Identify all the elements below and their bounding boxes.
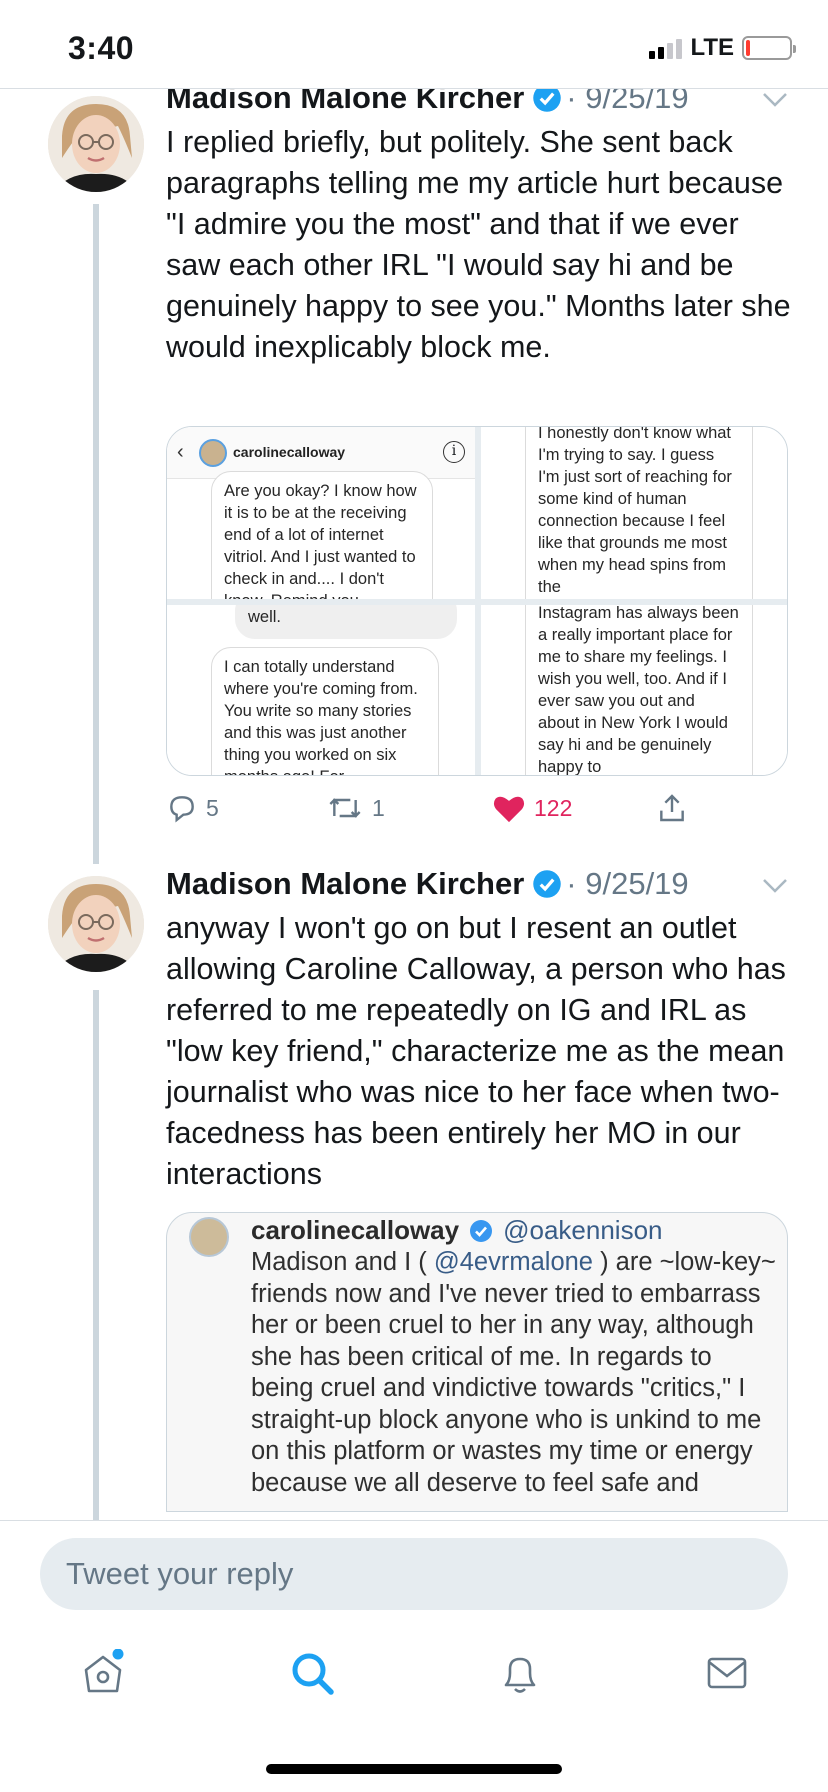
reply-icon [170,796,194,823]
retweet-button[interactable]: 1 [326,792,385,824]
dm-avatar [199,439,227,467]
dm-username: carolinecalloway [233,444,346,460]
back-arrow-icon: ‹ [177,441,184,463]
heart-icon [493,796,525,823]
quoted-header: carolinecalloway @oakennison [251,1215,663,1246]
quoted-text: Madison and I ( @4evrmalone ) are ~low-k… [251,1247,781,1499]
avatar[interactable] [48,876,144,972]
network-label: LTE [690,34,734,61]
messages-icon[interactable] [703,1649,751,1697]
battery-icon [742,36,796,60]
media-image-4[interactable]: Instagram has always been a really impor… [481,605,787,775]
quoted-handle: @oakennison [503,1215,663,1245]
notification-dot [112,1649,124,1660]
reply-button[interactable]: 5 [166,792,219,824]
share-icon [660,794,684,822]
info-icon: i [443,441,465,463]
dm-message: well. [235,605,457,639]
reply-count: 5 [206,794,219,821]
quoted-username: carolinecalloway [251,1215,460,1245]
thread-line [93,204,99,864]
signal-icon [649,37,683,59]
home-indicator[interactable] [266,1764,562,1774]
tweet-header: Madison Malone Kircher · 9/25/19 [166,866,689,902]
share-button[interactable] [656,792,688,824]
media-grid[interactable]: ‹ carolinecalloway i Are you okay? I kno… [166,426,788,776]
dm-message: Instagram has always been a really impor… [525,605,753,775]
media-image-2[interactable]: I honestly don't know what I'm trying to… [481,427,787,599]
search-icon[interactable] [288,1649,336,1697]
media-image-3[interactable]: well. I can totally understand where you… [167,605,475,775]
status-bar: 3:40 LTE [0,0,828,88]
chevron-down-icon[interactable] [762,92,788,108]
status-time: 3:40 [68,30,135,66]
author-name[interactable]: Madison Malone Kircher [166,866,524,902]
home-icon[interactable] [79,1649,127,1697]
quoted-text-before: Madison and I ( [251,1248,434,1276]
avatar[interactable] [48,96,144,192]
retweet-count: 1 [372,794,385,821]
like-count: 122 [534,794,573,821]
media-image-1[interactable]: ‹ carolinecalloway i Are you okay? I kno… [167,427,475,599]
chevron-down-icon[interactable] [762,878,788,894]
quoted-avatar [189,1217,229,1257]
quoted-mention: @4evrmalone [433,1248,593,1276]
retweet-icon [329,798,361,818]
dm-message: I honestly don't know what I'm trying to… [525,427,753,599]
reply-input[interactable] [40,1538,788,1610]
tweet-actions: 5 1 122 [166,792,726,832]
header-divider [0,88,828,89]
notifications-icon[interactable] [496,1649,544,1697]
reply-box[interactable] [40,1538,788,1610]
bottom-area [0,1521,828,1792]
quoted-media[interactable]: carolinecalloway @oakennison Madison and… [166,1212,788,1512]
verified-badge-icon [470,1219,493,1242]
verified-badge-icon [533,870,562,898]
grid-divider [167,599,787,605]
like-button[interactable]: 122 [492,792,572,824]
dm-message: Are you okay? I know how it is to be at … [211,471,433,599]
tweet-text: I replied briefly, but politely. She sen… [166,125,791,364]
status-indicators: LTE [649,34,796,62]
tweet-date[interactable]: · 9/25/19 [566,866,688,902]
thread-line [93,990,99,1520]
quoted-text-after: ) are ~low-key~ friends now and I've nev… [251,1248,776,1497]
tweet-text: anyway I won't go on but I resent an out… [166,911,786,1191]
dm-message: I can totally understand where you're co… [211,647,439,775]
